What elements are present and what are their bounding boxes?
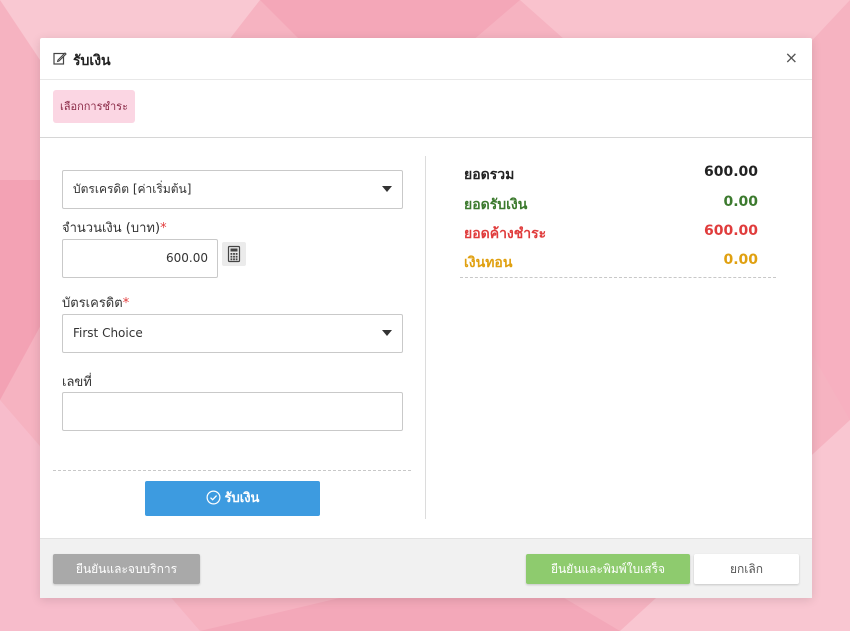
summary-divider [460,277,776,278]
chevron-down-icon [382,330,392,336]
calculator-icon [227,245,241,263]
summary-value: 600.00 [703,223,758,239]
summary-value: 0.00 [723,252,758,268]
summary-value: 600.00 [703,164,758,180]
payment-type-value: บัตรเครดิต [ค่าเริ่มต้น] [73,182,192,196]
summary-label: ยอดรวม [464,167,515,183]
summary-total: ยอดรวม 600.00 [464,164,758,184]
summary-value: 0.00 [723,194,758,210]
receive-payment-label: รับเงิน [224,491,260,506]
tab-select-payment[interactable]: เลือกการชำระ [53,90,135,123]
tab-bar: เลือกการชำระ [40,80,812,138]
summary-label: เงินทอน [464,255,513,271]
number-label: เลขที่ [62,375,92,390]
receive-payment-button[interactable]: รับเงิน [145,481,320,516]
summary-label: ยอดค้างชำระ [464,226,547,242]
amount-input[interactable]: 600.00 [62,239,218,278]
number-input[interactable] [62,392,403,431]
calculator-button[interactable] [222,242,246,266]
amount-label: จำนวนเงิน (บาท)* [62,221,167,236]
summary-label: ยอดรับเงิน [464,197,528,213]
dialog-footer: ยืนยันและจบบริการ ยืนยันและพิมพ์ใบเสร็จ … [40,538,812,598]
close-icon[interactable]: × [785,48,798,67]
credit-card-select[interactable]: First Choice [62,314,403,353]
payment-form: บัตรเครดิต [ค่าเริ่มต้น] จำนวนเงิน (บาท)… [40,138,426,538]
summary-received: ยอดรับเงิน 0.00 [464,194,758,214]
required-mark: * [160,221,167,236]
summary-outstanding: ยอดค้างชำระ 600.00 [464,223,758,243]
edit-icon [53,52,67,65]
payment-type-select[interactable]: บัตรเครดิต [ค่าเริ่มต้น] [62,170,403,209]
credit-card-value: First Choice [73,326,143,340]
chevron-down-icon [382,186,392,192]
credit-card-label: บัตรเครดิต* [62,296,130,311]
confirm-print-button[interactable]: ยืนยันและพิมพ์ใบเสร็จ [526,554,690,584]
receive-payment-dialog: รับเงิน × เลือกการชำระ บัตรเครดิต [ค่าเร… [40,38,812,598]
check-circle-icon [206,490,221,505]
payment-summary: ยอดรวม 600.00 ยอดรับเงิน 0.00 ยอดค้างชำร… [426,138,812,538]
confirm-finish-button[interactable]: ยืนยันและจบบริการ [53,554,200,584]
form-divider [53,470,411,471]
summary-change: เงินทอน 0.00 [464,252,758,272]
dialog-header: รับเงิน × [40,38,812,80]
cancel-button[interactable]: ยกเลิก [694,554,799,584]
required-mark: * [122,296,130,311]
dialog-title: รับเงิน [73,53,111,69]
